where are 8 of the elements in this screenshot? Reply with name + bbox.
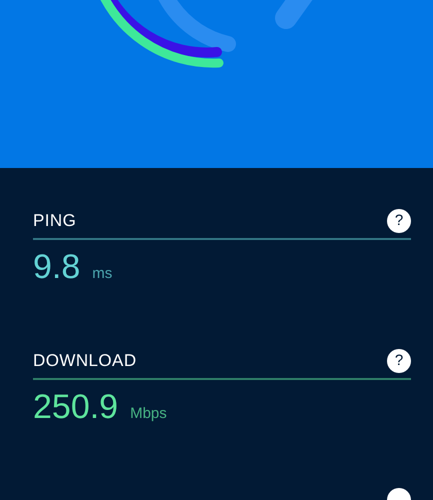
metric-label: DOWNLOAD xyxy=(33,350,137,372)
metric-label: PING xyxy=(33,210,76,232)
metric-unit: Mbps xyxy=(130,404,167,424)
help-button[interactable]: ? xyxy=(387,208,411,233)
help-button[interactable]: ? xyxy=(387,348,411,373)
metric-value: 250.9 xyxy=(33,390,118,424)
metric-value: 9.8 xyxy=(33,250,80,284)
metric-unit: ms xyxy=(92,264,112,284)
